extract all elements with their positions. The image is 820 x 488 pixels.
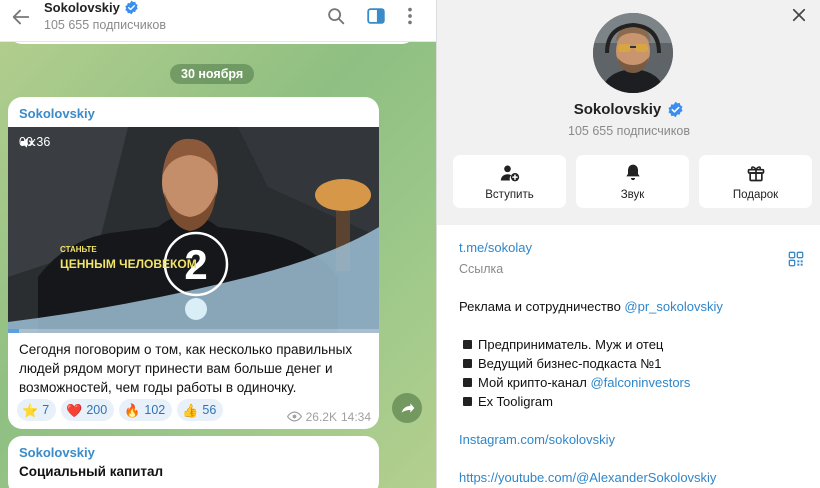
instagram-link[interactable]: Instagram.com/sokolovskiy [459,430,799,449]
sound-button-label: Звук [620,188,645,201]
youtube-link[interactable]: https://youtube.com/@AlexanderSokolovski… [459,468,799,487]
post-time: 14:34 [340,409,371,424]
video-overlay-line2: ЦЕННЫМ ЧЕЛОВЕКОМ [60,257,197,271]
join-button[interactable]: Вступить [453,155,566,208]
channel-link[interactable]: t.me/sokolay [459,240,532,255]
bullet-content: Ex Tooligram [478,392,553,411]
gift-button-label: Подарок [732,188,779,201]
post-text: Сегодня поговорим о том, как несколько п… [19,342,353,395]
channel-title-text: Sokolovskiy [44,0,120,15]
qr-code-icon[interactable] [788,251,804,267]
reaction-emoji: ❤️ [66,402,83,418]
channel-description: Реклама и сотрудничество @pr_sokolovskiy… [459,297,799,488]
bullet-item: Предприниматель. Муж и отец [459,335,799,354]
verified-icon [125,0,138,15]
bullet-content: Мой крипто-канал @falconinvestors [478,373,690,392]
gift-icon [747,165,764,181]
reaction-pill[interactable]: ❤️ 200 [61,399,115,421]
join-icon [500,165,519,181]
sidebar-toggle-icon[interactable] [365,5,387,27]
video-player[interactable]: 2 СТАНЬТЕ ЦЕННЫМ ЧЕЛОВЕКОМ 00:36 [8,127,379,333]
reaction-count: 7 [42,403,50,417]
reaction-count: 200 [86,403,108,417]
bullet-content: Предприниматель. Муж и отец [478,335,663,354]
video-progress-fill [8,329,20,333]
info-title: Sokolovskiy [437,101,820,118]
channel-about: t.me/sokolay Ссылка Реклама и сотрудниче… [437,225,820,488]
bell-icon [625,164,640,180]
search-icon[interactable] [325,5,347,27]
bullet-content: Ведущий бизнес-подкаста №1 [478,354,662,373]
video-overlay-line1: СТАНЬТЕ [60,245,97,254]
chat-header: Sokolovskiy 105 655 подписчиков [0,0,436,42]
bullet-item: Ведущий бизнес-подкаста №1 [459,354,799,373]
bullet-item: Мой крипто-канал @falconinvestors [459,373,799,392]
chat-pane: Sokolovskiy 105 655 подписчиков 30 ноябр… [0,0,436,488]
share-button[interactable] [392,393,422,423]
info-subscribers: 105 655 подписчиков [568,124,690,138]
reaction-emoji: 🔥 [124,402,141,418]
share-arrow-icon [401,403,415,413]
next-post-author[interactable]: Sokolovskiy [19,445,95,460]
reaction-emoji: ⭐ [22,402,39,418]
instagram-link-text[interactable]: Instagram.com/sokolovskiy [459,432,615,447]
bullet-square-icon [463,397,472,406]
video-progress-track[interactable] [8,329,379,333]
next-channel-post[interactable]: Sokolovskiy Социальный капитал [8,436,379,488]
mute-icon[interactable] [19,135,35,151]
video-frame: 2 СТАНЬТЕ ЦЕННЫМ ЧЕЛОВЕКОМ [8,127,379,333]
date-separator: 30 ноября [170,64,255,84]
bullet-square-icon [463,340,472,349]
bullet-item: Ex Tooligram [459,392,799,411]
reaction-pill[interactable]: 🔥 102 [119,399,173,421]
verified-icon [668,101,683,118]
youtube-link-text[interactable]: https://youtube.com/@AlexanderSokolovski… [459,470,716,485]
channel-link-caption: Ссылка [459,262,504,276]
bullet-square-icon [463,359,472,368]
avatar-image [593,13,673,93]
channel-title[interactable]: Sokolovskiy [44,0,139,15]
reaction-pill[interactable]: ⭐ 7 [17,399,57,421]
join-button-label: Вступить [485,188,534,201]
reaction-count: 56 [202,403,217,417]
gift-button[interactable]: Подарок [699,155,812,208]
reaction-count: 102 [144,403,166,417]
video-duration: 00:36 [19,135,50,149]
bullet-text: Предприниматель. Муж и отец [478,337,664,352]
bullet-text: Ведущий бизнес-подкаста №1 [478,356,662,371]
close-icon[interactable] [790,6,808,24]
back-arrow-icon[interactable] [10,6,32,28]
channel-avatar[interactable] [593,13,673,93]
ads-handle-link[interactable]: @pr_sokolovskiy [624,299,722,314]
bullet-square-icon [463,378,472,387]
sound-button[interactable]: Звук [576,155,689,208]
bullet-list: Предприниматель. Муж и отец Ведущий бизне… [459,335,799,411]
action-buttons: Вступить Звук Подарок [453,155,812,208]
bullet-link[interactable]: @falconinvestors [590,375,690,390]
channel-info-panel: Sokolovskiy 105 655 подписчиков Вступить… [436,0,820,488]
ads-text: Реклама и сотрудничество [459,299,625,314]
post-meta: 26.2K 14:34 [286,409,371,424]
next-post-headline: Социальный капитал [19,464,164,479]
bullet-text: Мой крипто-канал [478,375,591,390]
channel-subscribers: 105 655 подписчиков [44,18,166,32]
post-views: 26.2K [305,409,337,424]
reaction-pill[interactable]: 👍 56 [177,399,224,421]
reactions-bar: ⭐ 7 ❤️ 200 🔥 102 👍 56 [17,399,224,421]
views-eye-icon [286,411,302,422]
bullet-text: Ex Tooligram [478,394,553,409]
ads-line: Реклама и сотрудничество @pr_sokolovskiy [459,297,799,316]
info-title-text: Sokolovskiy [573,101,662,118]
reaction-emoji: 👍 [182,402,199,418]
more-menu-icon[interactable] [399,5,421,27]
post-author[interactable]: Sokolovskiy [19,106,95,121]
channel-post[interactable]: Sokolovskiy 2 СТАНЬТЕ ЦЕННЫМ ЧЕЛОВЕКОМ 0… [8,97,379,429]
